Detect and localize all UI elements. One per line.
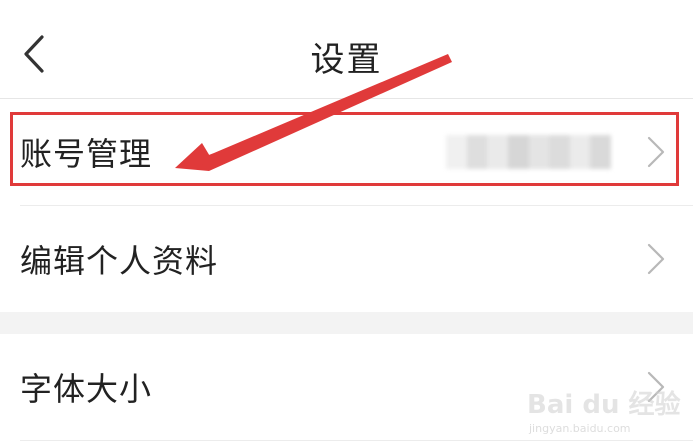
baidu-jingyan-watermark: Bai du 经验 jingyan.baidu.com [527, 372, 681, 442]
settings-item-label: 字体大小 [20, 370, 153, 408]
section-separator [0, 312, 693, 334]
page-title: 设置 [310, 40, 383, 80]
watermark-url: jingyan.baidu.com [529, 422, 631, 435]
top-bar: 设置 [0, 0, 693, 99]
chevron-right-icon [647, 243, 665, 275]
settings-item-label: 编辑个人资料 [20, 242, 219, 280]
settings-item-account-management[interactable]: 账号管理 [0, 99, 693, 205]
chevron-right-icon [647, 136, 665, 168]
settings-item-label: 账号管理 [20, 135, 153, 173]
blurred-account-value [446, 135, 611, 169]
watermark-text: Bai du 经验 [527, 390, 681, 420]
settings-item-edit-profile[interactable]: 编辑个人资料 [0, 206, 693, 312]
